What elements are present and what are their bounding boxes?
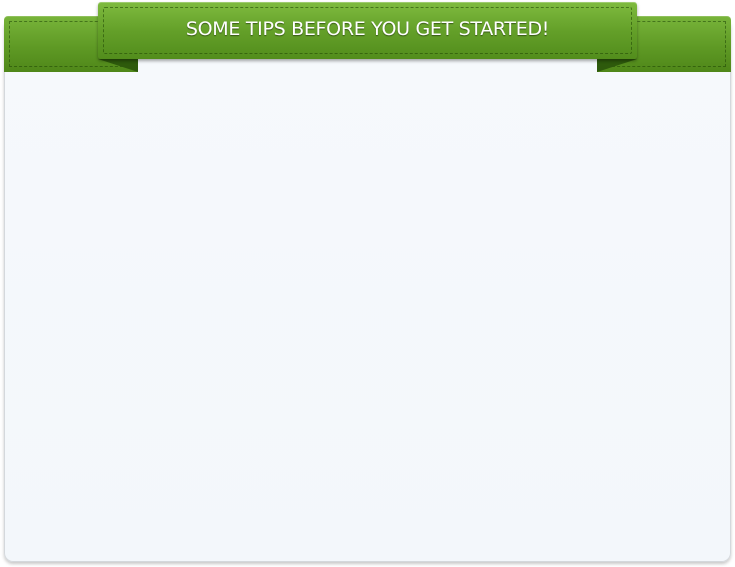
ribbon-right-fold [597,59,637,72]
tips-content-panel [4,18,731,562]
tips-dialog: SOME TIPS BEFORE YOU GET STARTED! [0,0,735,567]
ribbon-left-fold [98,59,138,72]
banner-title: SOME TIPS BEFORE YOU GET STARTED! [185,18,550,40]
tips-banner: SOME TIPS BEFORE YOU GET STARTED! [98,2,637,59]
